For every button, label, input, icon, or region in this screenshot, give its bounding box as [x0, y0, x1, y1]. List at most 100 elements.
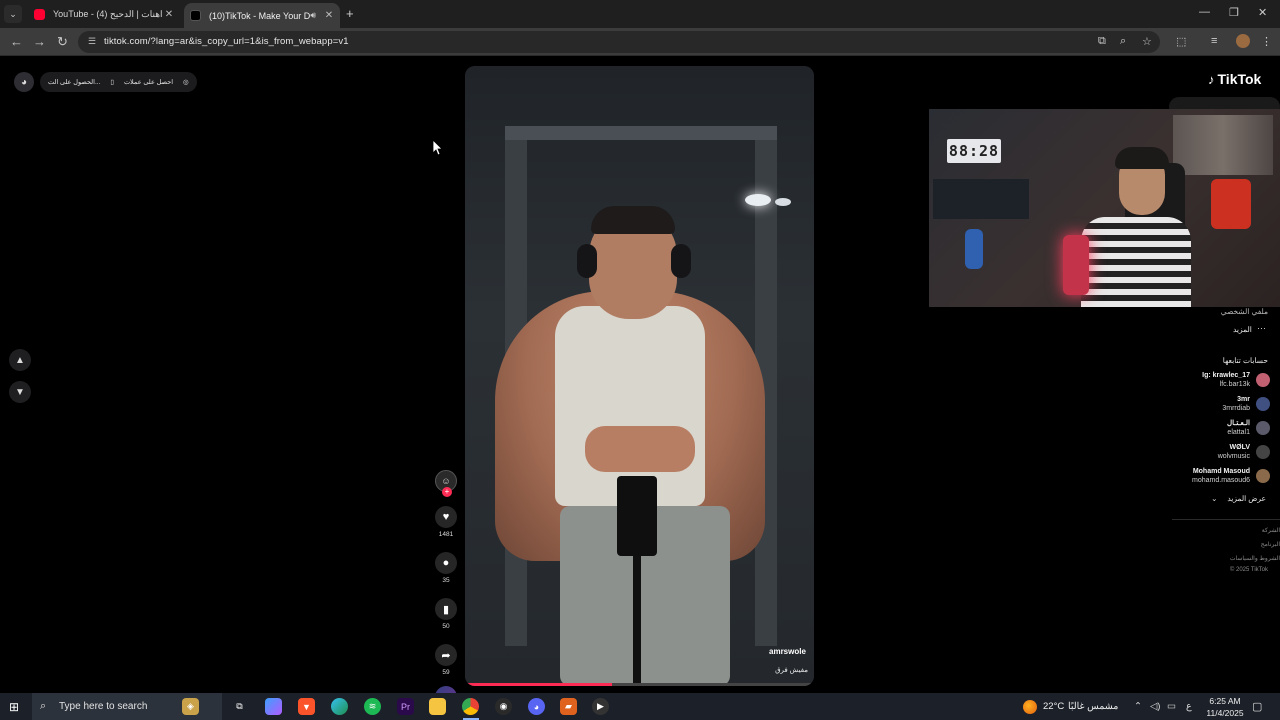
reload-icon[interactable]: ↻	[57, 34, 68, 50]
account-avatar	[1256, 469, 1270, 483]
notification-icon[interactable]: ▢	[1252, 700, 1262, 713]
install-app-icon[interactable]: ⧉	[1098, 35, 1106, 48]
following-account[interactable]: Mohamd Masoud mohamd.masoud6	[1192, 466, 1270, 486]
following-account[interactable]: Ig: krawlec_17 lfc.bar13k	[1202, 370, 1270, 390]
video-progress-fill	[465, 683, 612, 686]
microphone	[1063, 235, 1089, 295]
volume-icon[interactable]: ◁)	[1150, 701, 1160, 712]
clock-time[interactable]: 6:25 AM	[1207, 696, 1243, 706]
tab-search-button[interactable]: ⌄	[4, 5, 22, 23]
menu-icon[interactable]: ⋮	[1261, 35, 1272, 48]
like-button[interactable]: ♥	[435, 506, 457, 528]
url-text[interactable]: tiktok.com/?lang=ar&is_copy_url=1&is_fro…	[104, 36, 349, 47]
tiktok-page: ◕ الحصول على الت... ▯ احصل على عملات ◎ ▲…	[0, 57, 1280, 708]
task-view-icon[interactable]: ⧉	[231, 698, 248, 715]
creator-avatar[interactable]: ☺ +	[435, 470, 457, 497]
profile-avatar[interactable]	[1236, 34, 1250, 48]
show-more-chevron-icon: ⌄	[1211, 494, 1218, 503]
streamer-hair	[1115, 147, 1169, 169]
tray-chevron-icon[interactable]: ⌃	[1134, 701, 1142, 712]
video-player[interactable]: amrswole مفيش فرق	[465, 66, 814, 686]
site-info-icon[interactable]: ☰	[88, 36, 98, 47]
weather-text[interactable]: مشمس غالبًا	[1068, 701, 1118, 712]
tab-title: (10)TikTok - Make Your Day	[209, 10, 311, 21]
user-avatar[interactable]: ◕	[14, 72, 34, 92]
sidebar-profile-item[interactable]: ملفي الشخصي	[1221, 307, 1268, 316]
footer-link[interactable]: الشركة	[1262, 527, 1280, 534]
sidebar-more-label[interactable]: المزيد	[1233, 325, 1252, 334]
camera	[617, 476, 657, 556]
app-icon[interactable]: ▰	[560, 698, 577, 715]
following-account[interactable]: WØLV wolvmusic	[1218, 442, 1270, 462]
premiere-icon[interactable]: Pr	[397, 698, 414, 715]
more-dots-icon[interactable]: ···	[1257, 323, 1266, 333]
restore-icon[interactable]: ❐	[1229, 6, 1239, 19]
window-close-icon[interactable]: ✕	[1258, 6, 1267, 19]
tripod	[633, 556, 641, 686]
phone-icon: ▯	[110, 79, 114, 86]
webcam-overlay: 88:28	[929, 109, 1280, 307]
next-video-button[interactable]: ▼	[9, 381, 31, 403]
chrome-icon[interactable]	[462, 698, 479, 715]
account-name: WØLV	[1229, 444, 1250, 451]
taskbar-search-text: Type here to search	[59, 701, 148, 712]
weather-sun-icon[interactable]	[1023, 700, 1037, 714]
new-tab-button[interactable]: +	[346, 6, 354, 21]
zoom-icon[interactable]: ⌕	[1120, 35, 1126, 48]
gym-light	[745, 194, 771, 206]
spotify-icon[interactable]: ≋	[364, 698, 381, 715]
red-box	[1211, 179, 1251, 229]
following-account[interactable]: الـعـتـال elattal1	[1227, 418, 1270, 438]
account-handle: mohamd.masoud6	[1192, 477, 1250, 484]
account-name: 3mr	[1237, 396, 1250, 403]
bookmark-star-icon[interactable]: ☆	[1142, 35, 1152, 48]
discord-icon[interactable]: ◕	[528, 698, 545, 715]
windows-start-icon[interactable]: ⊞	[9, 700, 19, 714]
forward-icon[interactable]: →	[33, 34, 46, 49]
edge-icon[interactable]	[331, 698, 348, 715]
get-coins-label[interactable]: احصل على عملات	[124, 78, 173, 86]
tab-tiktok[interactable]: (10)TikTok - Make Your Day 🔊︎ ✕	[184, 3, 340, 28]
get-app-label[interactable]: الحصول على الت...	[48, 78, 100, 86]
comment-button[interactable]: ●	[435, 552, 457, 574]
coins-pill[interactable]: الحصول على الت... ▯ احصل على عملات ◎	[40, 72, 197, 92]
speaker-icon[interactable]: 🔊︎	[310, 10, 316, 21]
previous-video-button[interactable]: ▲	[9, 349, 31, 371]
account-handle: 3mrrdiab	[1222, 405, 1250, 412]
footer-link[interactable]: البرنامج	[1261, 541, 1280, 548]
file-explorer-icon[interactable]	[429, 698, 446, 715]
copilot-icon[interactable]	[265, 698, 282, 715]
show-more-label: عرض المزيد	[1227, 494, 1266, 503]
video-username[interactable]: amrswole	[769, 647, 806, 656]
extensions-icon[interactable]: ⬚	[1176, 35, 1186, 48]
footer-copyright: © 2025 TikTok	[1229, 567, 1268, 573]
shelf	[933, 179, 1029, 219]
obs-icon[interactable]: ◉	[495, 698, 512, 715]
browser-toolbar: ← → ↻ ☰ tiktok.com/?lang=ar&is_copy_url=…	[0, 28, 1280, 56]
clock-date[interactable]: 11/4/2025	[1205, 708, 1245, 718]
tiktok-logo[interactable]: ♪ TikTok	[1208, 71, 1261, 87]
save-button[interactable]: ▮	[435, 598, 457, 620]
media-icon[interactable]: ≡	[1211, 35, 1217, 47]
brave-icon[interactable]: ▼	[298, 698, 315, 715]
show-more-button[interactable]: ⌄ عرض المزيد	[1211, 494, 1266, 503]
weather-temp[interactable]: 22°C	[1043, 701, 1064, 712]
tab-youtube[interactable]: YouTube - المراهنات | الدحيح (4) ✕	[28, 2, 180, 26]
close-icon[interactable]: ✕	[162, 9, 176, 20]
coin-icon: ◎	[183, 79, 189, 86]
close-icon[interactable]: ✕	[322, 10, 336, 21]
following-account[interactable]: 3mr 3mrrdiab	[1222, 394, 1270, 414]
gym-light	[775, 198, 791, 206]
share-button[interactable]: ➦	[435, 644, 457, 666]
input-language[interactable]: ع	[1186, 701, 1192, 712]
like-count: 1481	[438, 531, 454, 538]
minimize-icon[interactable]: —	[1199, 6, 1210, 18]
follow-plus-icon[interactable]: +	[442, 487, 452, 497]
footer-link[interactable]: الشروط والسياسات	[1230, 555, 1280, 562]
back-icon[interactable]: ←	[10, 34, 23, 49]
tab-title: YouTube - المراهنات | الدحيح (4)	[53, 8, 162, 19]
network-icon[interactable]: ▭	[1167, 701, 1176, 712]
media-player-icon[interactable]: ▶	[592, 698, 609, 715]
address-bar[interactable]: ☰ tiktok.com/?lang=ar&is_copy_url=1&is_f…	[78, 31, 1160, 53]
search-highlight-icon[interactable]: ◈	[182, 698, 199, 715]
